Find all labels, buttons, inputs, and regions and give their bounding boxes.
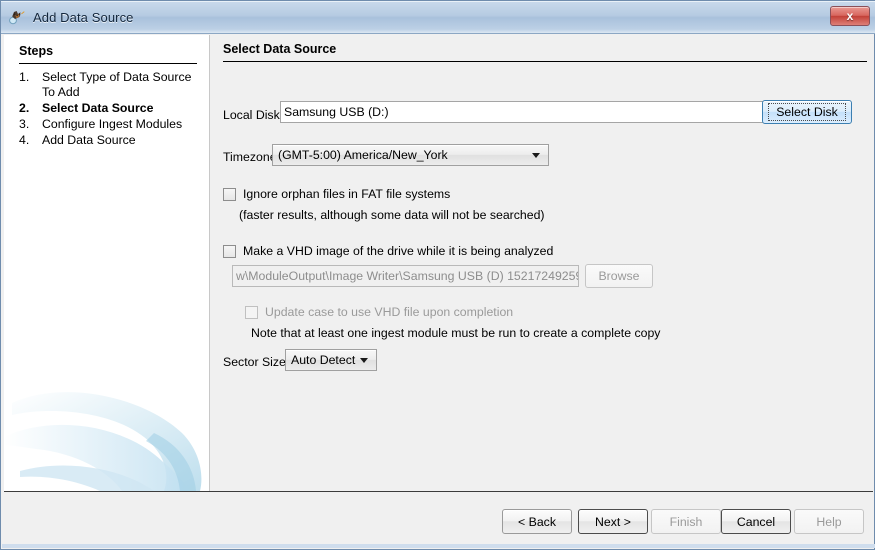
cancel-label: Cancel — [736, 514, 776, 529]
next-label: Next > — [595, 514, 631, 529]
local-disk-input[interactable]: Samsung USB (D:) — [280, 101, 782, 123]
steps-list: 1. Select Type of Data Source To Add 2. … — [19, 70, 209, 149]
steps-heading: Steps — [19, 44, 54, 58]
ignore-orphan-checkbox[interactable]: Ignore orphan files in FAT file systems — [223, 187, 450, 201]
step-label: Select Data Source — [42, 101, 154, 115]
next-button[interactable]: Next > — [578, 509, 648, 534]
chevron-down-icon — [532, 153, 540, 158]
make-vhd-label: Make a VHD image of the drive while it i… — [243, 244, 554, 258]
back-label: < Back — [518, 514, 556, 529]
title-divider — [223, 61, 867, 62]
step-number: 4. — [19, 133, 30, 147]
checkbox-box — [245, 305, 258, 319]
checkbox-box — [223, 187, 236, 201]
update-case-checkbox[interactable]: Update case to use VHD file upon complet… — [245, 305, 513, 319]
footer-button-bar: < Back Next > Finish Cancel Help — [4, 492, 873, 546]
sector-size-select[interactable]: Auto Detect — [285, 349, 377, 371]
window-title: Add Data Source — [33, 9, 134, 25]
step-number: 2. — [19, 101, 30, 115]
back-button[interactable]: < Back — [502, 509, 572, 534]
close-button[interactable]: x — [830, 6, 870, 26]
step-item-3: 3. Configure Ingest Modules — [19, 117, 209, 132]
finish-button[interactable]: Finish — [651, 509, 721, 534]
checkbox-box — [223, 244, 236, 258]
step-item-2: 2. Select Data Source — [19, 101, 209, 116]
local-disk-value: Samsung USB (D:) — [284, 105, 389, 119]
make-vhd-checkbox[interactable]: Make a VHD image of the drive while it i… — [223, 244, 553, 258]
vhd-path-value: w\ModuleOutput\Image Writer\Samsung USB … — [236, 269, 578, 283]
page-title: Select Data Source — [223, 42, 337, 56]
vhd-path-input[interactable]: w\ModuleOutput\Image Writer\Samsung USB … — [232, 265, 579, 287]
ignore-orphan-hint: (faster results, although some data will… — [239, 208, 545, 222]
step-item-4: 4. Add Data Source — [19, 133, 209, 148]
step-number: 3. — [19, 117, 30, 131]
update-case-label: Update case to use VHD file upon complet… — [265, 305, 514, 319]
decorative-swoosh-graphic — [4, 392, 202, 491]
autopsy-dog-icon — [8, 8, 26, 26]
add-data-source-dialog: Add Data Source x Steps 1. Select Type o… — [0, 0, 875, 550]
step-number: 1. — [19, 70, 30, 84]
vhd-note: Note that at least one ingest module mus… — [251, 326, 661, 340]
steps-panel: Steps 1. Select Type of Data Source To A… — [4, 35, 210, 491]
ignore-orphan-label: Ignore orphan files in FAT file systems — [243, 187, 451, 201]
help-label: Help — [816, 514, 842, 529]
finish-label: Finish — [669, 514, 703, 529]
window-bottom-edge — [2, 544, 875, 548]
select-disk-button[interactable]: Select Disk — [762, 100, 852, 124]
close-icon: x — [846, 9, 854, 23]
steps-divider — [19, 63, 197, 64]
step-label: Configure Ingest Modules — [42, 117, 183, 131]
help-button[interactable]: Help — [794, 509, 864, 534]
content-panel: Select Data Source Local Disk: Samsung U… — [210, 35, 873, 491]
sector-size-value: Auto Detect — [291, 353, 356, 367]
local-disk-label: Local Disk: — [223, 108, 284, 122]
step-label: Select Type of Data Source To Add — [42, 70, 192, 99]
dialog-body: Steps 1. Select Type of Data Source To A… — [4, 35, 873, 491]
browse-label: Browse — [598, 269, 640, 283]
browse-button[interactable]: Browse — [585, 264, 653, 288]
step-label: Add Data Source — [42, 133, 136, 147]
cancel-button[interactable]: Cancel — [721, 509, 791, 534]
timezone-value: (GMT-5:00) America/New_York — [278, 148, 448, 162]
sector-size-label: Sector Size: — [223, 355, 290, 369]
select-disk-label: Select Disk — [768, 103, 846, 121]
title-bar: Add Data Source x — [1, 1, 875, 34]
chevron-down-icon — [360, 358, 368, 363]
timezone-select[interactable]: (GMT-5:00) America/New_York — [272, 144, 549, 166]
step-item-1: 1. Select Type of Data Source To Add — [19, 70, 209, 100]
